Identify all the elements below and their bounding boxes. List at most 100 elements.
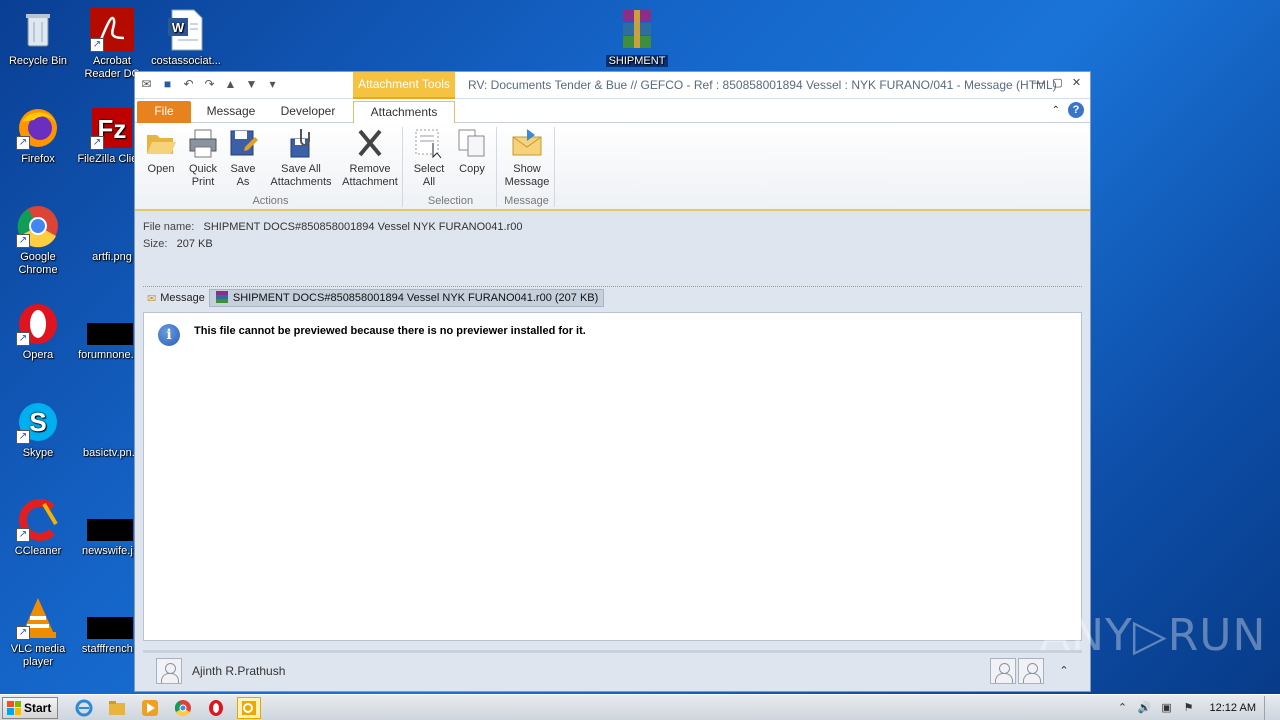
envelope-icon: ✉ <box>147 292 157 305</box>
save-all-attachments-icon <box>285 127 317 159</box>
open-button[interactable]: Open <box>141 127 181 176</box>
skype-icon: S ↗ <box>16 400 60 444</box>
start-button[interactable]: Start <box>2 696 59 719</box>
desktop-icon-vlc[interactable]: ↗ VLC media player <box>0 596 76 669</box>
select-all-button[interactable]: Select All <box>409 127 449 189</box>
file-icon <box>90 302 134 346</box>
file-icon <box>90 596 134 640</box>
taskbar: Start ⌃ 🔊 ▣ ⚑ 12:12 AM <box>0 694 1280 720</box>
save-as-button[interactable]: Save As <box>225 127 261 189</box>
desktop-icon-opera[interactable]: ↗ Opera <box>0 302 76 362</box>
contact-avatar-small[interactable] <box>1018 657 1044 684</box>
contact-avatar[interactable] <box>156 657 182 684</box>
save-icon[interactable]: ■ <box>160 77 175 92</box>
taskbar-file-explorer[interactable] <box>105 697 129 719</box>
clock[interactable]: 12:12 AM <box>1210 702 1256 714</box>
word-document-icon: W <box>164 8 208 52</box>
copy-button[interactable]: Copy <box>453 127 491 176</box>
outlook-message-window: ✉ ■ ↶ ↷ ▲ ▼ ▾ Attachment Tools RV: Docum… <box>134 71 1091 692</box>
undo-icon[interactable]: ↶ <box>181 77 196 92</box>
desktop-icon-chrome[interactable]: ↗ Google Chrome <box>0 204 76 277</box>
recycle-bin-icon <box>16 8 60 52</box>
opera-icon <box>209 699 224 716</box>
attachment-strip: ✉ Message SHIPMENT DOCS#850858001894 Ves… <box>143 289 605 307</box>
shortcut-arrow-icon: ↗ <box>16 626 30 640</box>
desktop-icon-shipment[interactable]: SHIPMENT <box>599 8 675 68</box>
customize-toolbar-icon[interactable]: ▾ <box>265 77 280 92</box>
desktop-icon-skype[interactable]: S ↗ Skype <box>0 400 76 460</box>
tab-file[interactable]: File <box>137 101 191 123</box>
shortcut-arrow-icon: ↗ <box>16 430 30 444</box>
folder-icon <box>109 700 126 715</box>
close-icon[interactable]: ✕ <box>1069 76 1084 91</box>
folder-open-icon <box>145 127 177 159</box>
redo-icon[interactable]: ↷ <box>202 77 217 92</box>
file-name-label: File name: <box>143 221 195 233</box>
outlook-envelope-icon[interactable]: ✉ <box>139 77 154 92</box>
show-message-button[interactable]: Show Message <box>503 127 551 189</box>
image-file-icon <box>90 204 134 248</box>
desktop-icon-recycle-bin[interactable]: Recycle Bin <box>0 8 76 68</box>
tab-developer[interactable]: Developer <box>273 101 343 123</box>
minimize-ribbon-icon[interactable]: ⌃ <box>1052 105 1060 116</box>
taskbar-media-player[interactable] <box>138 697 162 719</box>
shortcut-arrow-icon: ↗ <box>90 38 104 52</box>
svg-text:W: W <box>172 20 185 35</box>
size-value: 207 KB <box>176 238 213 250</box>
down-arrow-icon[interactable]: ▼ <box>244 77 259 92</box>
outlook-icon <box>242 700 257 715</box>
winrar-archive-icon <box>615 8 659 52</box>
size-label: Size: <box>143 238 168 250</box>
desktop-icon-firefox[interactable]: ↗ Firefox <box>0 106 76 166</box>
winrar-icon <box>215 290 229 307</box>
vlc-icon: ↗ <box>16 596 60 640</box>
shortcut-arrow-icon: ↗ <box>16 234 30 248</box>
taskbar-chrome[interactable] <box>171 697 195 719</box>
show-desktop-button[interactable] <box>1264 695 1276 720</box>
desktop-icon-ccleaner[interactable]: ↗ CCleaner <box>0 498 76 558</box>
maximize-icon[interactable]: ▢ <box>1050 76 1065 91</box>
opera-icon: ↗ <box>16 302 60 346</box>
message-attachment-tab[interactable]: ✉ Message <box>143 289 209 307</box>
show-hidden-icons-icon[interactable]: ⌃ <box>1116 701 1130 715</box>
ribbon-group-message: Show Message Message <box>499 127 555 207</box>
save-all-attachments-button[interactable]: Save All Attachments <box>267 127 335 189</box>
chrome-icon: ↗ <box>16 204 60 248</box>
contact-avatar-small[interactable] <box>990 657 1016 684</box>
network-icon[interactable]: ▣ <box>1160 701 1174 715</box>
tab-message[interactable]: Message <box>201 101 261 123</box>
remove-x-icon <box>354 127 386 159</box>
tab-attachments[interactable]: Attachments <box>353 101 455 124</box>
shortcut-arrow-icon: ↗ <box>16 528 30 542</box>
taskbar-opera[interactable] <box>204 697 228 719</box>
image-file-icon <box>90 400 134 444</box>
firefox-icon: ↗ <box>16 106 60 150</box>
taskbar-internet-explorer[interactable] <box>72 697 96 719</box>
preview-message: This file cannot be previewed because th… <box>194 325 586 337</box>
file-name-value: SHIPMENT DOCS#850858001894 Vessel NYK FU… <box>203 221 523 233</box>
help-icon[interactable]: ? <box>1068 102 1084 118</box>
attachment-info: File name: SHIPMENT DOCS#850858001894 Ve… <box>143 219 522 253</box>
title-bar: ✉ ■ ↶ ↷ ▲ ▼ ▾ Attachment Tools RV: Docum… <box>135 72 1090 99</box>
ribbon: Open Quick Print Save As Save All Attach… <box>135 123 1090 211</box>
people-pane-right: ⌃ <box>990 657 1074 684</box>
ribbon-tabs: File Message Developer Attachments ⌃ ? <box>135 99 1090 124</box>
expand-people-pane-icon[interactable]: ⌃ <box>1054 664 1074 677</box>
shortcut-arrow-icon: ↗ <box>16 136 30 150</box>
taskbar-outlook[interactable] <box>237 696 262 719</box>
window-title: RV: Documents Tender & Bue // GEFCO - Re… <box>468 78 1057 92</box>
action-center-flag-icon[interactable]: ⚑ <box>1182 701 1196 715</box>
select-all-icon <box>413 127 445 159</box>
remove-attachment-button[interactable]: Remove Attachment <box>337 127 403 189</box>
shortcut-arrow-icon: ↗ <box>90 136 104 150</box>
sender-name[interactable]: Ajinth R.Prathush <box>192 664 285 678</box>
minimize-icon[interactable]: — <box>1031 76 1046 91</box>
desktop-icon-costassociat[interactable]: W costassociat... <box>148 8 224 68</box>
volume-icon[interactable]: 🔊 <box>1138 701 1152 715</box>
up-arrow-icon[interactable]: ▲ <box>223 77 238 92</box>
quick-print-button[interactable]: Quick Print <box>183 127 223 189</box>
internet-explorer-icon <box>75 699 93 716</box>
ribbon-right-controls: ⌃ ? <box>1052 102 1084 118</box>
save-as-icon <box>227 127 259 159</box>
rar-attachment-tab[interactable]: SHIPMENT DOCS#850858001894 Vessel NYK FU… <box>208 289 605 307</box>
